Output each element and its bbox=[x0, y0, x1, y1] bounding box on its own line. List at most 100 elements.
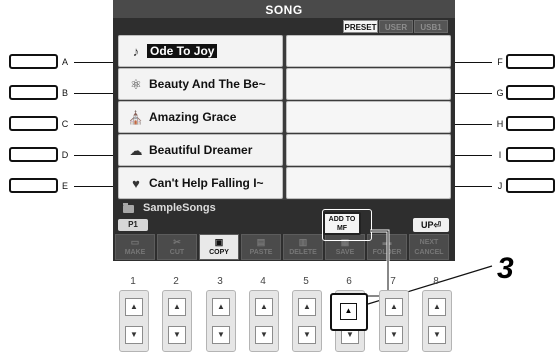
button-2-up[interactable]: ▲ bbox=[168, 298, 186, 316]
panel-button-h[interactable] bbox=[506, 116, 555, 131]
highlighted-button-6-up[interactable]: ▲ bbox=[330, 293, 368, 331]
number-label-4: 4 bbox=[260, 276, 266, 287]
panel-button-g[interactable] bbox=[506, 85, 555, 100]
panel-button-d[interactable] bbox=[9, 147, 58, 162]
panel-button-a[interactable] bbox=[9, 54, 58, 69]
folder-button[interactable]: ▬ FOLDER bbox=[367, 234, 407, 260]
number-label-6: 6 bbox=[346, 276, 352, 287]
button-8-down[interactable]: ▼ bbox=[428, 326, 446, 344]
button-4-down[interactable]: ▼ bbox=[255, 326, 273, 344]
button-3-up[interactable]: ▲ bbox=[212, 298, 230, 316]
paste-icon: ▤ bbox=[256, 237, 266, 247]
delete-button[interactable]: ▥ DELETE bbox=[283, 234, 323, 260]
song-icon: ♪ bbox=[132, 44, 140, 59]
up-button[interactable]: UP⏎ bbox=[413, 218, 449, 232]
letter-g: G bbox=[496, 88, 504, 98]
scissors-icon: ✂ bbox=[173, 237, 181, 247]
tab-preset[interactable]: PRESET bbox=[343, 20, 378, 33]
song-icon: ♥ bbox=[132, 176, 140, 191]
screen-title: SONG bbox=[265, 3, 303, 17]
trash-icon: ▥ bbox=[298, 237, 308, 247]
button-5-down[interactable]: ▼ bbox=[298, 326, 316, 344]
song-icon: ☁ bbox=[129, 143, 143, 158]
next-icon: NEXT bbox=[419, 239, 439, 246]
file-list: ♪ Ode To Joy ⚛ Beauty And The Be~ ⛪ Amaz… bbox=[118, 35, 451, 200]
song-icon: ⚛ bbox=[130, 77, 142, 92]
button-column-8: ▲ ▼ bbox=[422, 290, 452, 352]
letter-i: I bbox=[498, 150, 502, 160]
tab-usb1[interactable]: USB1 bbox=[414, 20, 448, 33]
letter-h: H bbox=[496, 119, 504, 129]
paste-button[interactable]: ▤ PASTE bbox=[241, 234, 281, 260]
next-cancel-button[interactable]: NEXT CANCEL bbox=[409, 234, 449, 260]
button-8-up[interactable]: ▲ bbox=[428, 298, 446, 316]
letter-f: F bbox=[497, 57, 503, 67]
song-icon: ⛪ bbox=[127, 110, 145, 125]
number-label-3: 3 bbox=[217, 276, 223, 287]
panel-button-f[interactable] bbox=[506, 54, 555, 69]
button-4-up[interactable]: ▲ bbox=[255, 298, 273, 316]
file-name: Ode To Joy bbox=[147, 44, 218, 58]
button-7-down[interactable]: ▼ bbox=[385, 326, 403, 344]
number-label-2: 2 bbox=[173, 276, 179, 287]
panel-button-c[interactable] bbox=[9, 116, 58, 131]
file-item-f[interactable] bbox=[286, 35, 451, 67]
page-tab-p1[interactable]: P1 bbox=[118, 219, 148, 231]
letter-d: D bbox=[61, 150, 69, 160]
button-1-up[interactable]: ▲ bbox=[125, 298, 143, 316]
lead-line-j bbox=[452, 186, 492, 187]
lead-line-b bbox=[74, 93, 118, 94]
file-item-h[interactable] bbox=[286, 101, 451, 133]
file-item-a[interactable]: ♪ Ode To Joy bbox=[118, 35, 283, 67]
button-5-up[interactable]: ▲ bbox=[298, 298, 316, 316]
add-to-mf-callout bbox=[322, 209, 372, 241]
file-item-g[interactable] bbox=[286, 68, 451, 100]
file-item-e[interactable]: ♥ Can't Help Falling I~ bbox=[118, 167, 283, 199]
button-3-down[interactable]: ▼ bbox=[212, 326, 230, 344]
button-column-1: ▲ ▼ bbox=[119, 290, 149, 352]
letter-a: A bbox=[61, 57, 68, 67]
file-item-c[interactable]: ⛪ Amazing Grace bbox=[118, 101, 283, 133]
button-6-up[interactable]: ▲ bbox=[340, 303, 357, 320]
file-item-i[interactable] bbox=[286, 134, 451, 166]
lead-line-i bbox=[452, 155, 492, 156]
music-folder-icon: ▭ bbox=[130, 237, 140, 247]
lead-line-f bbox=[452, 62, 492, 63]
file-item-d[interactable]: ☁ Beautiful Dreamer bbox=[118, 134, 283, 166]
folder-name: SampleSongs bbox=[143, 202, 216, 214]
lead-line-d bbox=[74, 155, 118, 156]
letter-j: J bbox=[497, 181, 503, 191]
button-7-up[interactable]: ▲ bbox=[385, 298, 403, 316]
make-folder-button[interactable]: ▭ MAKE bbox=[115, 234, 155, 260]
button-1-down[interactable]: ▼ bbox=[125, 326, 143, 344]
folder-icon bbox=[123, 203, 134, 213]
lead-line-e bbox=[74, 186, 118, 187]
folder-icon: ▬ bbox=[382, 237, 392, 247]
button-column-4: ▲ ▼ bbox=[249, 290, 279, 352]
panel-button-j[interactable] bbox=[506, 178, 555, 193]
lcd-screen: SONG PRESET USER USB1 ♪ Ode To Joy ⚛ Bea… bbox=[113, 0, 455, 261]
copy-button[interactable]: ▣ COPY bbox=[199, 234, 239, 260]
panel-button-b[interactable] bbox=[9, 85, 58, 100]
letter-c: C bbox=[61, 119, 69, 129]
button-2-down[interactable]: ▼ bbox=[168, 326, 186, 344]
file-item-b[interactable]: ⚛ Beauty And The Be~ bbox=[118, 68, 283, 100]
panel-button-i[interactable] bbox=[506, 147, 555, 162]
lead-line-c bbox=[74, 124, 118, 125]
cut-button[interactable]: ✂ CUT bbox=[157, 234, 197, 260]
number-label-1: 1 bbox=[130, 276, 136, 287]
lead-line-h bbox=[452, 124, 492, 125]
file-name: Can't Help Falling I~ bbox=[149, 176, 264, 190]
panel-button-e[interactable] bbox=[9, 178, 58, 193]
file-name: Beauty And The Be~ bbox=[149, 77, 266, 91]
number-label-5: 5 bbox=[303, 276, 309, 287]
button-column-2: ▲ ▼ bbox=[162, 290, 192, 352]
step-number: 3 bbox=[497, 252, 514, 285]
tab-user[interactable]: USER bbox=[379, 20, 413, 33]
lead-line-a bbox=[74, 62, 118, 63]
button-column-3: ▲ ▼ bbox=[206, 290, 236, 352]
lead-line-g bbox=[452, 93, 492, 94]
file-name: Amazing Grace bbox=[149, 110, 237, 124]
button-column-5: ▲ ▼ bbox=[292, 290, 322, 352]
file-item-j[interactable] bbox=[286, 167, 451, 199]
